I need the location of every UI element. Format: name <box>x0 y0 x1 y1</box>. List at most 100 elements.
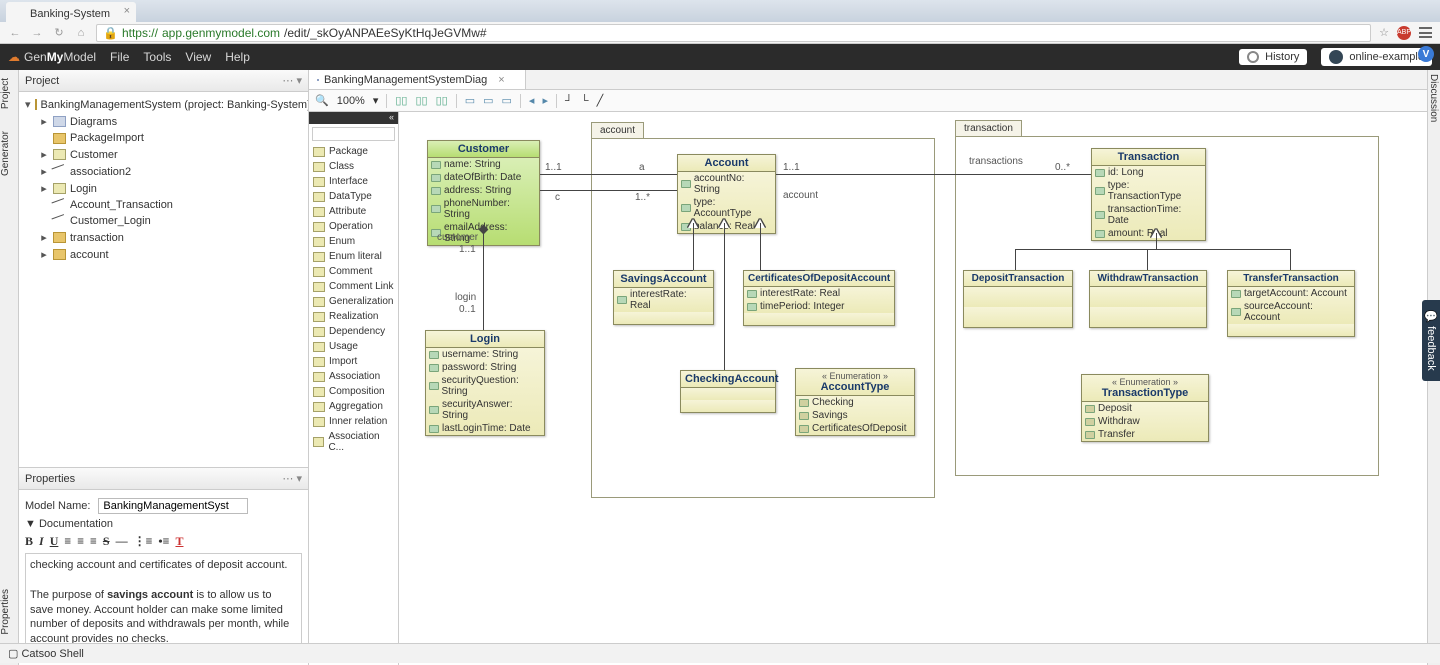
reload-icon[interactable]: ↻ <box>52 26 66 40</box>
align-right-icon[interactable]: ▯▯ <box>436 94 448 107</box>
rail-discussion[interactable]: Discussion <box>1428 70 1439 126</box>
gen-checking[interactable] <box>724 223 725 370</box>
palette-item[interactable]: Import <box>309 354 398 369</box>
gen-deposit[interactable] <box>1015 249 1016 270</box>
browser-tab[interactable]: Banking-System × <box>6 2 136 22</box>
router2-icon[interactable]: └ <box>581 95 589 107</box>
bookmark-icon[interactable]: ☆ <box>1379 26 1389 39</box>
model-name-field[interactable] <box>98 498 248 514</box>
align-center-icon[interactable]: ≡ <box>77 534 84 549</box>
zoom-level[interactable]: 100% <box>337 95 365 107</box>
palette-item[interactable]: Package <box>309 144 398 159</box>
tree-row[interactable]: ▸transaction <box>23 229 304 246</box>
palette-item[interactable]: DataType <box>309 189 398 204</box>
ol-icon[interactable]: ⋮≡ <box>134 534 153 549</box>
class-checkingaccount[interactable]: CheckingAccount <box>680 370 776 413</box>
class-deposittransaction[interactable]: DepositTransaction <box>963 270 1073 328</box>
palette-item[interactable]: Generalization <box>309 294 398 309</box>
gen-trunk[interactable] <box>1156 233 1157 249</box>
palette-collapse[interactable]: « <box>309 112 398 124</box>
gen-cert[interactable] <box>760 223 761 270</box>
palette-item[interactable]: Class <box>309 159 398 174</box>
undo-icon[interactable]: ◂ <box>529 94 535 107</box>
strike-button[interactable]: S <box>103 534 110 549</box>
palette-item[interactable]: Enum <box>309 234 398 249</box>
forward-icon[interactable]: → <box>30 26 44 40</box>
url-bar[interactable]: 🔒 https://app.genmymodel.com/edit/_skOyA… <box>96 24 1371 42</box>
menu-icon[interactable] <box>1419 27 1432 38</box>
menu-file[interactable]: File <box>110 50 129 64</box>
palette-item[interactable]: Aggregation <box>309 399 398 414</box>
palette-item[interactable]: Association <box>309 369 398 384</box>
palette-item[interactable]: Comment Link <box>309 279 398 294</box>
palette-item[interactable]: Attribute <box>309 204 398 219</box>
tree-row[interactable]: Account_Transaction <box>23 197 304 213</box>
brand-logo[interactable]: ☁ GenMyModel <box>8 50 96 64</box>
zoom-dropdown-icon[interactable]: ▾ <box>373 94 379 107</box>
palette-search[interactable] <box>312 127 395 141</box>
bold-button[interactable]: B <box>25 534 33 549</box>
palette-item[interactable]: Usage <box>309 339 398 354</box>
assoc-customer-login[interactable] <box>483 230 484 330</box>
class-savingsaccount[interactable]: SavingsAccount interestRate: Real <box>613 270 714 325</box>
gen-transfer[interactable] <box>1290 249 1291 270</box>
tree-row[interactable]: ▾BankingManagementSystem (project: Banki… <box>23 96 304 113</box>
class-transfertransaction[interactable]: TransferTransaction targetAccount: Accou… <box>1227 270 1355 337</box>
palette-item[interactable]: Dependency <box>309 324 398 339</box>
user-button[interactable]: online-example <box>1321 48 1432 66</box>
palette-item[interactable]: Comment <box>309 264 398 279</box>
tree-row[interactable]: PackageImport <box>23 130 304 146</box>
align-top-icon[interactable]: ▭ <box>465 94 475 107</box>
assoc-customer-account-2[interactable] <box>540 190 677 191</box>
palette-item[interactable]: Inner relation <box>309 414 398 429</box>
underline-button[interactable]: U <box>50 534 59 549</box>
tree-row[interactable]: ▸Customer <box>23 146 304 163</box>
italic-button[interactable]: I <box>39 534 44 549</box>
diagram-canvas[interactable]: account transaction Customer name: Strin… <box>399 112 1427 665</box>
enum-transactiontype[interactable]: « Enumeration »TransactionType DepositWi… <box>1081 374 1209 442</box>
palette-item[interactable]: Composition <box>309 384 398 399</box>
panel-options-icon[interactable]: ⋯ ▾ <box>282 472 302 485</box>
align-vcenter-icon[interactable]: ▭ <box>483 94 493 107</box>
class-transaction[interactable]: Transaction id: Longtype: TransactionTyp… <box>1091 148 1206 241</box>
rail-generator[interactable]: Generator <box>0 127 18 180</box>
tree-row[interactable]: ▸association2 <box>23 163 304 180</box>
palette-item[interactable]: Enum literal <box>309 249 398 264</box>
palette-item[interactable]: Realization <box>309 309 398 324</box>
close-icon[interactable]: × <box>498 74 504 86</box>
line-icon[interactable]: ╱ <box>597 94 604 107</box>
color-button[interactable]: T <box>175 534 183 549</box>
palette-item[interactable]: Association C... <box>309 429 398 455</box>
home-icon[interactable]: ⌂ <box>74 26 88 40</box>
palette-item[interactable]: Interface <box>309 174 398 189</box>
menu-tools[interactable]: Tools <box>143 50 171 64</box>
project-tree[interactable]: ▾BankingManagementSystem (project: Banki… <box>19 92 308 467</box>
status-bar[interactable]: ▢ Catsoo Shell <box>0 643 1440 663</box>
tree-row[interactable]: Customer_Login <box>23 213 304 229</box>
panel-options-icon[interactable]: ⋯ ▾ <box>282 74 302 87</box>
class-certificates[interactable]: CertificatesOfDepositAccount interestRat… <box>743 270 895 326</box>
assoc-customer-account[interactable] <box>540 174 677 175</box>
documentation-header[interactable]: ▼ Documentation <box>25 518 302 530</box>
gen-savings[interactable] <box>693 223 694 270</box>
tree-row[interactable]: ▸account <box>23 246 304 263</box>
tree-row[interactable]: ▸Diagrams <box>23 113 304 130</box>
class-withdrawtransaction[interactable]: WithdrawTransaction <box>1089 270 1207 328</box>
rail-properties[interactable]: Properties <box>0 585 18 639</box>
rail-project[interactable]: Project <box>0 74 18 113</box>
align-left-icon[interactable]: ▯▯ <box>395 94 407 107</box>
palette-item[interactable]: Operation <box>309 219 398 234</box>
enum-accounttype[interactable]: « Enumeration »AccountType CheckingSavin… <box>795 368 915 436</box>
validation-badge[interactable]: V <box>1418 46 1434 62</box>
file-tab[interactable]: BankingManagementSystemDiag × <box>309 70 526 89</box>
hr-button[interactable]: — <box>116 534 128 549</box>
history-button[interactable]: History <box>1239 49 1307 65</box>
class-login[interactable]: Login username: Stringpassword: Stringse… <box>425 330 545 436</box>
close-icon[interactable]: × <box>124 5 130 17</box>
abp-icon[interactable]: ABP <box>1397 26 1411 40</box>
tree-row[interactable]: ▸Login <box>23 180 304 197</box>
align-right-icon[interactable]: ≡ <box>90 534 97 549</box>
menu-view[interactable]: View <box>185 50 211 64</box>
redo-icon[interactable]: ▸ <box>542 94 548 107</box>
ul-icon[interactable]: •≡ <box>158 534 169 549</box>
